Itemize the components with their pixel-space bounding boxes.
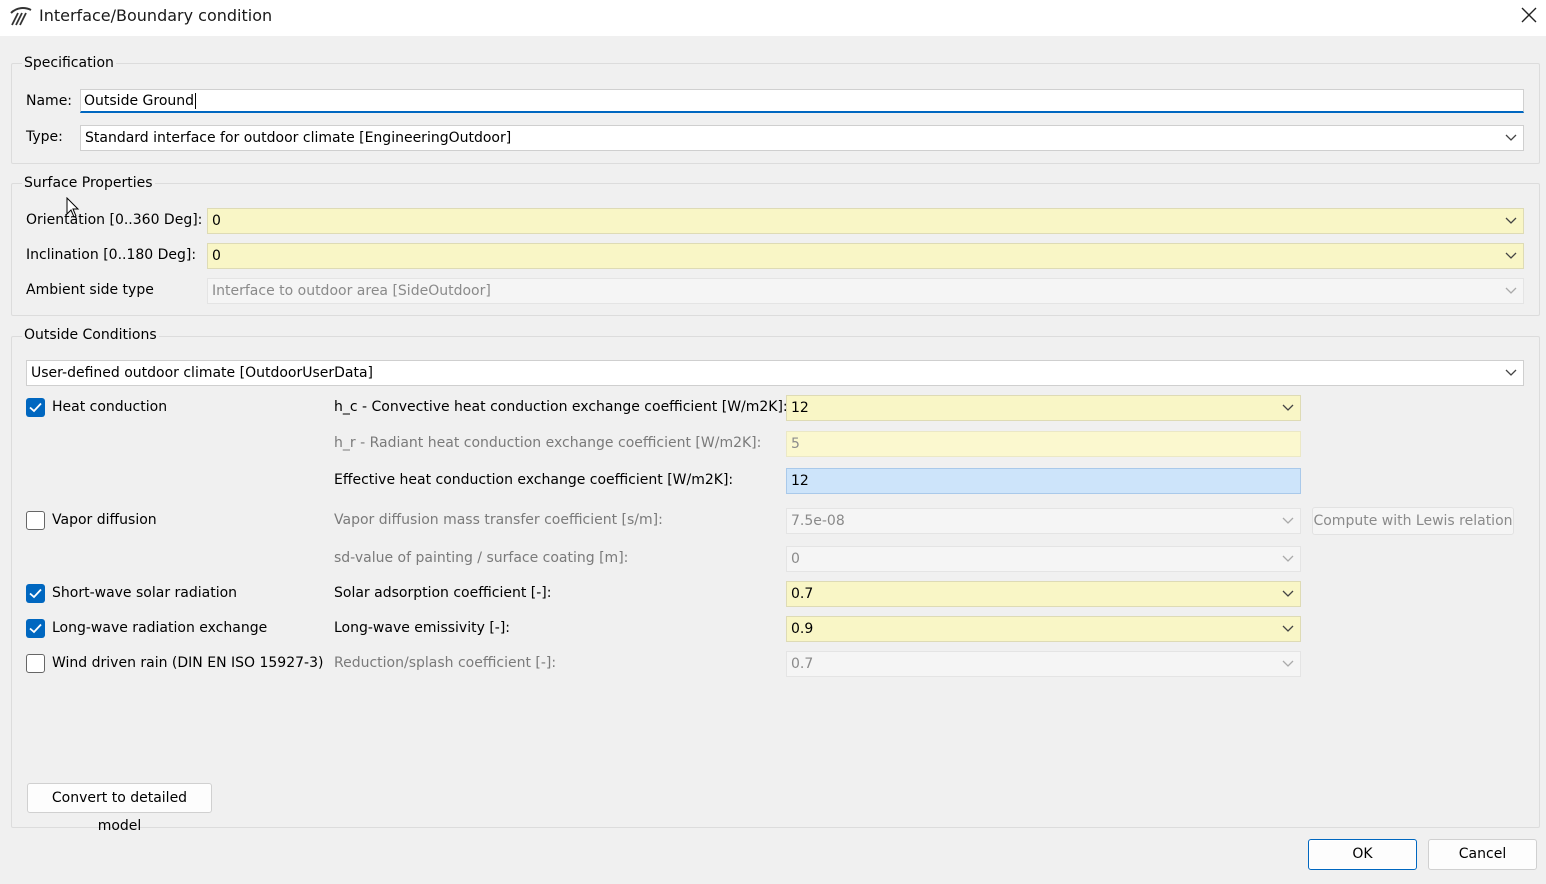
close-icon xyxy=(1521,7,1537,23)
chevron-down-icon xyxy=(1282,617,1294,641)
vapor-coef-select[interactable]: 7.5e-08 xyxy=(786,508,1301,534)
effective-coef-label: Effective heat conduction exchange coeff… xyxy=(334,472,734,488)
orientation-value: 0 xyxy=(212,213,221,229)
hr-label: h_r - Radiant heat conduction exchange c… xyxy=(334,435,762,451)
longwave-emissivity-value: 0.9 xyxy=(791,621,814,637)
chevron-down-icon xyxy=(1282,509,1294,533)
inclination-label: Inclination [0..180 Deg]: xyxy=(26,247,197,263)
type-select[interactable]: Standard interface for outdoor climate [… xyxy=(80,125,1524,151)
splash-coef-select[interactable]: 0.7 xyxy=(786,651,1301,677)
compute-lewis-button[interactable]: Compute with Lewis relation xyxy=(1312,507,1514,535)
wind-rain-checkbox[interactable] xyxy=(26,654,45,673)
vapor-diffusion-label[interactable]: Vapor diffusion xyxy=(52,512,157,528)
title-bar: Interface/Boundary condition xyxy=(0,0,1546,36)
chevron-down-icon xyxy=(1282,547,1294,571)
chevron-down-icon xyxy=(1505,361,1517,385)
orientation-label: Orientation [0..360 Deg]: xyxy=(26,212,203,228)
ok-button[interactable]: OK xyxy=(1308,839,1417,870)
cancel-button[interactable]: Cancel xyxy=(1428,839,1537,870)
solar-adsorption-label: Solar adsorption coefficient [-]: xyxy=(334,585,552,601)
longwave-checkbox[interactable] xyxy=(26,619,45,638)
chevron-down-icon xyxy=(1282,582,1294,606)
compute-lewis-label: Compute with Lewis relation xyxy=(1313,513,1513,529)
name-field[interactable]: Outside Ground xyxy=(80,89,1524,113)
checkmark-icon xyxy=(29,588,42,599)
chevron-down-icon xyxy=(1505,126,1517,150)
outside-conditions-title: Outside Conditions xyxy=(22,327,159,343)
heat-conduction-checkbox[interactable] xyxy=(26,398,45,417)
vapor-coef-label: Vapor diffusion mass transfer coefficien… xyxy=(334,512,663,528)
window-title: Interface/Boundary condition xyxy=(39,6,273,25)
heat-conduction-label[interactable]: Heat conduction xyxy=(52,399,167,415)
splash-coef-value: 0.7 xyxy=(791,656,814,672)
hr-value: 5 xyxy=(791,436,800,452)
ambient-side-value: Interface to outdoor area [SideOutdoor] xyxy=(212,283,491,299)
solar-adsorption-value: 0.7 xyxy=(791,586,814,602)
hc-label: h_c - Convective heat conduction exchang… xyxy=(334,399,788,415)
climate-model-select[interactable]: User-defined outdoor climate [OutdoorUse… xyxy=(26,360,1524,386)
app-logo-icon xyxy=(9,5,33,27)
climate-model-value: User-defined outdoor climate [OutdoorUse… xyxy=(31,365,374,381)
chevron-down-icon xyxy=(1505,244,1517,268)
cancel-label: Cancel xyxy=(1458,846,1507,862)
name-label: Name: xyxy=(26,93,73,109)
solar-adsorption-select[interactable]: 0.7 xyxy=(786,581,1301,607)
sd-value-label: sd-value of painting / surface coating [… xyxy=(334,550,629,566)
chevron-down-icon xyxy=(1505,209,1517,233)
chevron-down-icon xyxy=(1282,396,1294,420)
longwave-emissivity-select[interactable]: 0.9 xyxy=(786,616,1301,642)
orientation-select[interactable]: 0 xyxy=(207,208,1524,234)
checkmark-icon xyxy=(29,402,42,413)
mouse-pointer-icon xyxy=(66,196,80,223)
surface-properties-title: Surface Properties xyxy=(22,175,155,191)
chevron-down-icon xyxy=(1505,279,1517,303)
shortwave-checkbox[interactable] xyxy=(26,584,45,603)
wind-rain-label[interactable]: Wind driven rain (DIN EN ISO 15927-3) xyxy=(52,655,323,671)
sd-value: 0 xyxy=(791,551,800,567)
name-field-value: Outside Ground xyxy=(84,93,195,109)
chevron-down-icon xyxy=(1282,652,1294,676)
ambient-side-select[interactable]: Interface to outdoor area [SideOutdoor] xyxy=(207,278,1524,304)
text-caret xyxy=(195,93,197,109)
effective-coef-field[interactable]: 12 xyxy=(786,468,1301,494)
vapor-coef-value: 7.5e-08 xyxy=(791,513,845,529)
sd-value-select[interactable]: 0 xyxy=(786,546,1301,572)
type-select-value: Standard interface for outdoor climate [… xyxy=(85,130,512,146)
ambient-side-label: Ambient side type xyxy=(26,282,154,298)
inclination-select[interactable]: 0 xyxy=(207,243,1524,269)
hc-value: 12 xyxy=(791,400,809,416)
inclination-value: 0 xyxy=(212,248,221,264)
splash-coef-label: Reduction/splash coefficient [-]: xyxy=(334,655,557,671)
type-label: Type: xyxy=(26,129,63,145)
specification-title: Specification xyxy=(22,55,116,71)
ok-label: OK xyxy=(1352,846,1373,862)
vapor-diffusion-checkbox[interactable] xyxy=(26,511,45,530)
checkmark-icon xyxy=(29,623,42,634)
longwave-emissivity-label: Long-wave emissivity [-]: xyxy=(334,620,511,636)
close-button[interactable] xyxy=(1512,0,1546,32)
hr-field[interactable]: 5 xyxy=(786,431,1301,457)
hc-select[interactable]: 12 xyxy=(786,395,1301,421)
convert-detailed-model-button[interactable]: Convert to detailed model xyxy=(27,783,212,834)
longwave-label[interactable]: Long-wave radiation exchange xyxy=(52,620,267,636)
effective-coef-value: 12 xyxy=(791,473,809,489)
shortwave-label[interactable]: Short-wave solar radiation xyxy=(52,585,237,601)
